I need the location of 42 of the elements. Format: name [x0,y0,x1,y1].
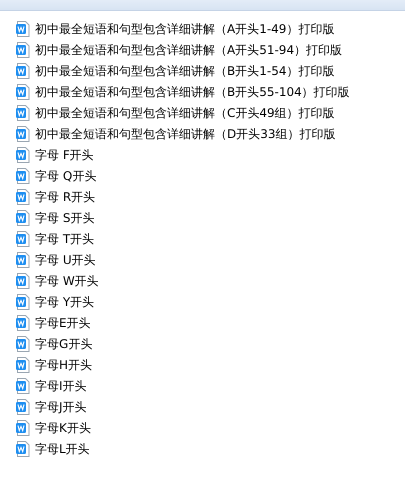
file-name[interactable]: 初中最全短语和句型包含详细讲解（C开头49组）打印版 [33,104,337,120]
file-name[interactable]: 初中最全短语和句型包含详细讲解（A开头51-94）打印版 [33,42,344,58]
file-name[interactable]: 初中最全短语和句型包含详细讲解（B开头55-104）打印版 [33,84,352,100]
document-icon [16,314,30,330]
document-icon [16,62,30,78]
file-name[interactable]: 字母E开头 [33,314,93,330]
file-name[interactable]: 字母 T开头 [33,230,96,246]
document-icon [16,272,30,288]
file-name[interactable]: 字母K开头 [33,420,93,436]
document-icon [16,398,30,414]
file-name[interactable]: 字母 U开头 [33,252,98,268]
file-name[interactable]: 字母 W开头 [33,272,101,288]
document-icon [16,168,30,184]
document-icon [16,42,30,58]
file-name[interactable]: 字母J开头 [33,398,89,414]
file-name[interactable]: 初中最全短语和句型包含详细讲解（D开头33组）打印版 [33,126,338,142]
document-icon [16,378,30,394]
file-name[interactable]: 字母 F开头 [33,146,96,162]
document-icon [16,126,30,142]
file-name[interactable]: 字母 R开头 [33,188,98,204]
file-name[interactable]: 字母I开头 [33,378,89,394]
file-name[interactable]: 字母 S开头 [33,210,96,226]
document-icon [16,356,30,372]
document-icon [16,420,30,436]
file-name[interactable]: 字母H开头 [33,356,94,372]
file-name[interactable]: 字母G开头 [33,336,94,352]
file-name[interactable]: 字母 Q开头 [33,168,98,184]
file-name[interactable]: 字母 Y开头 [33,294,96,310]
document-icon [16,104,30,120]
file-name[interactable]: 初中最全短语和句型包含详细讲解（B开头1-54）打印版 [33,62,336,78]
document-icon [16,84,30,100]
document-icon [16,252,30,268]
file-name[interactable]: 初中最全短语和句型包含详细讲解（A开头1-49）打印版 [33,20,336,36]
document-icon [16,20,30,36]
document-icon [16,146,30,162]
file-name[interactable]: 字母L开头 [33,440,92,456]
document-icon [16,336,30,352]
document-icon [16,294,30,310]
document-icon [16,188,30,204]
document-icon [16,210,30,226]
document-icon [16,230,30,246]
document-icon [16,440,30,456]
